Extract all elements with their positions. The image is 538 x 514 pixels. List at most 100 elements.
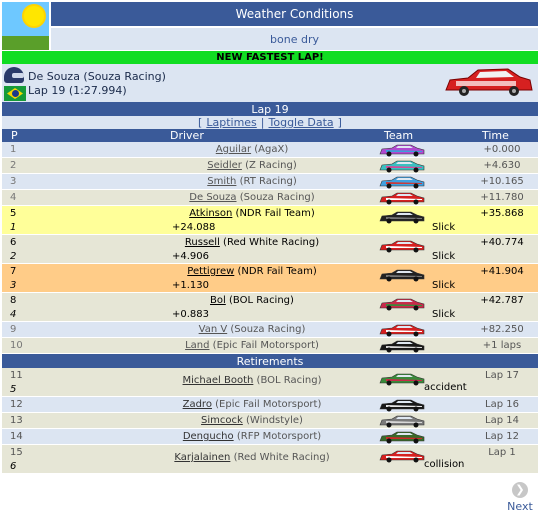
table-row: 1 Aguilar (AgaX) +0.000 [2, 142, 538, 158]
team-name: (Z Racing) [245, 160, 297, 171]
tyre-note: Slick [432, 280, 456, 291]
team-car [378, 430, 426, 444]
time-cell: +4.630 [483, 160, 521, 171]
team-car [378, 398, 426, 412]
tyre-note: Slick [432, 222, 456, 233]
team-name: (BOL Racing) [229, 295, 294, 306]
team-car-icon [379, 211, 425, 224]
helmet-icon [4, 67, 24, 83]
team-car [378, 449, 426, 463]
driver-cell: Seidler (Z Racing) [132, 160, 372, 171]
driver-link[interactable]: Karjalainen [174, 452, 230, 463]
lap-links: [ Laptimes | Toggle Data ] [2, 116, 538, 129]
time-cell: +11.780 [480, 192, 524, 203]
toggle-data-link[interactable]: Toggle Data [269, 116, 334, 129]
driver-cell: Dengucho (RFP Motorsport) [132, 431, 372, 442]
team-car-icon [379, 298, 425, 311]
driver-link[interactable]: Pettigrew [187, 266, 234, 277]
laptimes-link[interactable]: Laptimes [206, 116, 256, 129]
tyre-note: Slick [432, 251, 456, 262]
previous-position: 1 [10, 222, 17, 233]
team-car [378, 239, 426, 253]
driver-link[interactable]: Bol [210, 295, 226, 306]
driver-link[interactable]: Smith [207, 176, 236, 187]
driver-cell: Atkinson (NDR Fail Team) [132, 208, 372, 219]
time-cell: +35.868 [480, 208, 524, 219]
sun-icon [24, 6, 44, 26]
driver-link[interactable]: Land [185, 340, 209, 351]
position-cell: 11 [10, 370, 23, 381]
weather-condition: bone dry [51, 28, 538, 50]
team-car-icon [379, 269, 425, 282]
time-cell: +40.774 [480, 237, 524, 248]
team-car-icon [379, 160, 425, 173]
driver-link[interactable]: Russell [185, 237, 220, 248]
time-cell: +1 laps [482, 340, 522, 351]
retired-lap-cell: Lap 16 [485, 399, 519, 410]
driver-link[interactable]: Simcock [201, 415, 243, 426]
position-cell: 12 [10, 399, 23, 410]
team-name: (RFP Motorsport) [236, 431, 322, 442]
driver-link[interactable]: Atkinson [189, 208, 232, 219]
fastest-lap-info: De Souza (Souza Racing) Lap 19 (1:27.994… [2, 64, 538, 102]
driver-link[interactable]: Aguilar [216, 144, 251, 155]
driver-link[interactable]: Van V [199, 324, 228, 335]
retirement-reason: collision [424, 459, 465, 470]
team-car [378, 175, 426, 189]
position-cell: 10 [10, 340, 23, 351]
team-car [378, 372, 426, 386]
car-livery-image [445, 68, 533, 96]
driver-cell: Bol (BOL Racing) [132, 295, 372, 306]
driver-cell: Pettigrew (NDR Fail Team) [132, 266, 372, 277]
driver-cell: De Souza (Souza Racing) [132, 192, 372, 203]
weather-image [2, 2, 49, 50]
team-car-icon [379, 192, 425, 205]
driver-link[interactable]: De Souza [189, 192, 236, 203]
position-cell: 2 [10, 160, 17, 171]
position-cell: 3 [10, 176, 17, 187]
retired-lap-cell: Lap 1 [488, 447, 516, 458]
bracket-open: [ [198, 116, 203, 129]
driver-link[interactable]: Seidler [207, 160, 242, 171]
table-row: 8 Bol (BOL Racing) +42.787 4 +0.883 Slick [2, 293, 538, 322]
next-button[interactable]: ❯ Next [506, 482, 534, 513]
fastest-lap-driver: De Souza (Souza Racing) [28, 70, 166, 83]
retirement-row: 13 Simcock (Windstyle) Lap 14 [2, 413, 538, 429]
position-cell: 13 [10, 415, 23, 426]
team-car [378, 323, 426, 337]
team-car-icon [379, 450, 425, 463]
team-car-icon [379, 240, 425, 253]
table-row: 4 De Souza (Souza Racing) +11.780 [2, 190, 538, 206]
team-name: (RT Racing) [239, 176, 297, 187]
position-cell: 1 [10, 144, 17, 155]
team-car-icon [379, 431, 425, 444]
col-team: Team [384, 129, 414, 142]
team-name: (Epic Fail Motorsport) [215, 399, 322, 410]
team-car-icon [379, 176, 425, 189]
driver-cell: Aguilar (AgaX) [132, 144, 372, 155]
team-name: (Epic Fail Motorsport) [212, 340, 319, 351]
driver-cell: Van V (Souza Racing) [132, 324, 372, 335]
next-arrow-icon: ❯ [512, 482, 528, 498]
retired-lap-cell: Lap 14 [485, 415, 519, 426]
team-name: (Souza Racing) [230, 324, 306, 335]
team-car-icon [379, 144, 425, 157]
next-label: Next [507, 500, 533, 513]
driver-link[interactable]: Dengucho [183, 431, 234, 442]
position-cell: 9 [10, 324, 17, 335]
fastest-lap-time: Lap 19 (1:27.994) [28, 84, 127, 97]
weather-panel: Weather Conditions bone dry [2, 2, 538, 50]
previous-position: 3 [10, 280, 17, 291]
driver-link[interactable]: Zadro [183, 399, 212, 410]
retirement-row: 15 Karjalainen (Red White Racing) Lap 1 6 co… [2, 445, 538, 474]
table-row: 10 Land (Epic Fail Motorsport) +1 laps [2, 338, 538, 354]
team-car [378, 414, 426, 428]
time-cell: +41.904 [480, 266, 524, 277]
driver-link[interactable]: Michael Booth [183, 375, 254, 386]
table-row: 5 Atkinson (NDR Fail Team) +35.868 1 +24.088… [2, 206, 538, 235]
team-name: (AgaX) [254, 144, 289, 155]
position-cell: 15 [10, 447, 23, 458]
driver-cell: Simcock (Windstyle) [132, 415, 372, 426]
gap-cell: +4.906 [172, 251, 210, 262]
previous-position: 4 [10, 309, 17, 320]
